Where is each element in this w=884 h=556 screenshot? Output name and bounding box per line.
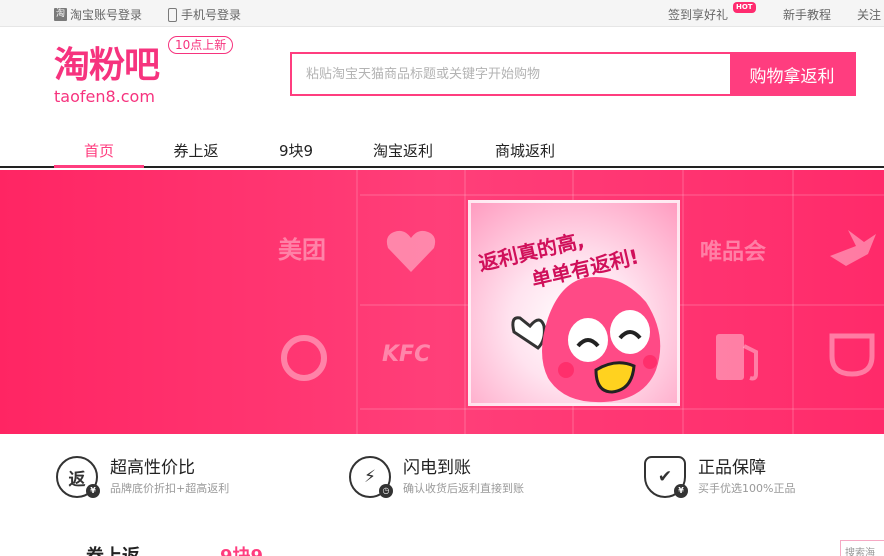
feature-authentic-title: 正品保障: [698, 458, 766, 478]
fuel-pump-icon: [716, 334, 758, 381]
banner-grid-line: [792, 170, 794, 434]
mascot-icon: [511, 277, 661, 403]
follow-link[interactable]: 关注: [857, 6, 881, 23]
new-arrivals-badge: 10点上新: [168, 36, 234, 54]
main-nav: 首页 券上返 9块9 淘宝返利 商城返利: [0, 138, 884, 168]
nav-item-taobao-rebate[interactable]: 淘宝返利: [358, 138, 448, 168]
feature-authentic: ✔ ¥ 正品保障 买手优选100%正品: [644, 456, 795, 498]
banner-grid-line: [360, 194, 884, 196]
taobao-login-label: 淘宝账号登录: [70, 8, 143, 22]
tutorial-link[interactable]: 新手教程: [783, 6, 831, 23]
nav-item-home[interactable]: 首页: [54, 138, 144, 168]
feature-value-title: 超高性价比: [110, 458, 195, 478]
signin-gift-link[interactable]: 签到享好礼 HOT: [668, 2, 756, 23]
brand-meituan-logo: 美团: [278, 236, 326, 264]
nav-item-nine-nine[interactable]: 9块9: [260, 138, 332, 168]
search-button[interactable]: 购物拿返利: [730, 54, 854, 94]
hot-badge: HOT: [733, 2, 756, 13]
taobao-login-link[interactable]: 淘 淘宝账号登录: [54, 6, 142, 23]
brand-kfc-logo: KFC: [382, 342, 431, 367]
section-title-nine-nine[interactable]: 9块9: [220, 542, 263, 556]
promo-banner[interactable]: 美团 唯品会 KFC 返利真的高, 单单有返利!: [0, 170, 884, 434]
top-bar: 淘 淘宝账号登录 手机号登录 签到享好礼 HOT 新手教程 关注: [0, 0, 884, 27]
banner-grid-line: [356, 170, 358, 434]
shield-icon-glyph: ✔: [657, 467, 673, 487]
rebate-icon-glyph: 返: [68, 469, 86, 490]
banner-grid-line: [464, 170, 466, 434]
yen-icon: ¥: [674, 484, 688, 498]
shield-icon: ✔ ¥: [644, 456, 688, 498]
tutorial-label: 新手教程: [783, 8, 832, 22]
clock-icon: ◷: [379, 484, 393, 498]
taobao-icon: 淘: [54, 8, 67, 21]
phone-login-link[interactable]: 手机号登录: [168, 6, 241, 23]
feature-fast-payout-title: 闪电到账: [403, 458, 471, 478]
rabbit-icon: [830, 230, 876, 266]
feature-fast-payout-desc: 确认收货后返利直接到账: [403, 482, 524, 495]
banner-grid-line: [682, 170, 684, 434]
nav-item-coupon-rebate[interactable]: 券上返: [156, 138, 236, 168]
yen-icon: ¥: [86, 484, 100, 498]
logo-cn-text: 淘粉吧: [54, 45, 160, 86]
brand-vip-logo: 唯品会: [700, 240, 767, 265]
logo-en-text: taofen8.com: [54, 87, 155, 106]
shopping-bag-icon: [829, 333, 875, 377]
follow-label: 关注: [857, 8, 882, 22]
feature-value-desc: 品牌底价折扣+超高返利: [110, 482, 230, 495]
phone-icon: [168, 7, 177, 22]
lightning-icon: ⚡ ◷: [349, 456, 393, 498]
nav-item-mall-rebate[interactable]: 商城返利: [480, 138, 570, 168]
floating-search-button[interactable]: 搜索海: [840, 540, 884, 556]
feature-value: 返 ¥ 超高性价比 品牌底价折扣+超高返利: [56, 456, 229, 498]
search-input[interactable]: [292, 54, 730, 94]
lightning-icon-glyph: ⚡: [364, 467, 376, 487]
section-title-coupon-rebate[interactable]: 券上返: [86, 542, 140, 556]
phone-login-label: 手机号登录: [181, 8, 242, 22]
search-bar: 购物拿返利: [290, 52, 856, 96]
eleme-icon: [281, 335, 327, 381]
rebate-icon: 返 ¥: [56, 456, 100, 498]
pinduoduo-icon: [386, 230, 436, 272]
feature-fast-payout: ⚡ ◷ 闪电到账 确认收货后返利直接到账: [349, 456, 524, 498]
signin-gift-label: 签到享好礼: [668, 8, 729, 22]
feature-authentic-desc: 买手优选100%正品: [698, 482, 796, 495]
banner-grid-line: [360, 408, 884, 410]
